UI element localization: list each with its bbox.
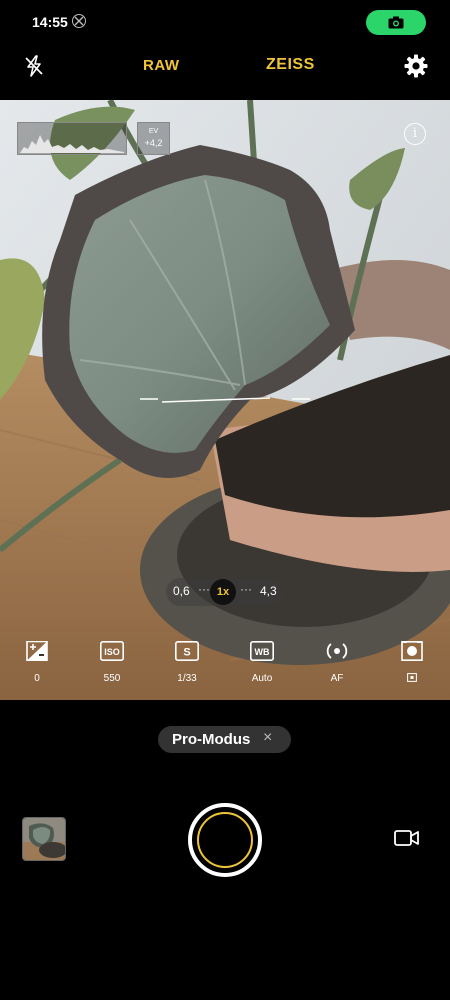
zoom-max-option[interactable]: 4,3 <box>260 584 277 598</box>
camera-top-bar: RAW ZEISS <box>0 44 450 100</box>
level-guide <box>140 397 310 403</box>
settings-icon[interactable] <box>403 53 429 79</box>
metering-mode-icon <box>407 673 417 682</box>
wb-icon-text: WB <box>255 647 270 657</box>
iso-icon: ISO <box>100 641 124 661</box>
gallery-thumbnail[interactable] <box>22 817 66 861</box>
notification-icon <box>72 14 86 28</box>
white-balance-value: Auto <box>251 673 273 684</box>
shutter-icon-text: S <box>183 647 190 659</box>
exposure-compensation-control[interactable]: 0 <box>12 640 62 690</box>
raw-toggle[interactable]: RAW <box>143 57 180 74</box>
mode-chip[interactable]: Pro-Modus × <box>158 726 291 753</box>
zoom-selector[interactable]: 0,6 ··· 1x ··· 4,3 <box>166 578 283 606</box>
white-balance-icon: WB <box>250 641 274 661</box>
video-icon[interactable] <box>394 827 420 849</box>
shutter-speed-value: 1/33 <box>177 673 197 684</box>
camera-in-use-icon[interactable] <box>366 10 426 35</box>
ev-label: EV <box>148 128 159 135</box>
iso-value: 550 <box>103 673 121 684</box>
camera-viewfinder[interactable]: EV +4,2 i 0,6 ··· 1x ··· 4,3 0 ISO 550 S <box>0 100 450 700</box>
iso-icon-text: ISO <box>104 647 120 657</box>
metering-control[interactable] <box>387 640 437 690</box>
status-time: 14:55 <box>32 14 68 30</box>
ev-indicator: EV +4,2 <box>137 122 170 155</box>
close-mode-icon[interactable]: × <box>263 729 272 747</box>
mode-label: Pro-Modus <box>172 731 251 748</box>
zeiss-toggle[interactable]: ZEISS <box>266 56 315 74</box>
flash-off-icon[interactable] <box>22 54 46 78</box>
zoom-dots: ··· <box>198 582 210 596</box>
iso-control[interactable]: ISO 550 <box>87 640 137 690</box>
exposure-icon <box>26 641 48 661</box>
zoom-min-option[interactable]: 0,6 <box>173 584 190 598</box>
focus-icon <box>326 643 348 659</box>
info-icon[interactable]: i <box>404 123 426 145</box>
shutter-button[interactable] <box>188 803 262 877</box>
zoom-dots: ··· <box>240 582 252 596</box>
focus-control[interactable]: AF <box>312 640 362 690</box>
shutter-speed-icon: S <box>175 641 199 661</box>
shutter-speed-control[interactable]: S 1/33 <box>162 640 212 690</box>
metering-icon <box>401 641 423 661</box>
white-balance-control[interactable]: WB Auto <box>237 640 287 690</box>
histogram[interactable] <box>17 122 127 155</box>
zoom-current-option[interactable]: 1x <box>210 579 236 605</box>
focus-value: AF <box>330 673 344 684</box>
exposure-value: 0 <box>34 673 40 684</box>
shutter-inner-ring <box>197 812 253 868</box>
status-bar: 14:55 <box>0 0 450 44</box>
ev-value: +4,2 <box>144 138 163 148</box>
